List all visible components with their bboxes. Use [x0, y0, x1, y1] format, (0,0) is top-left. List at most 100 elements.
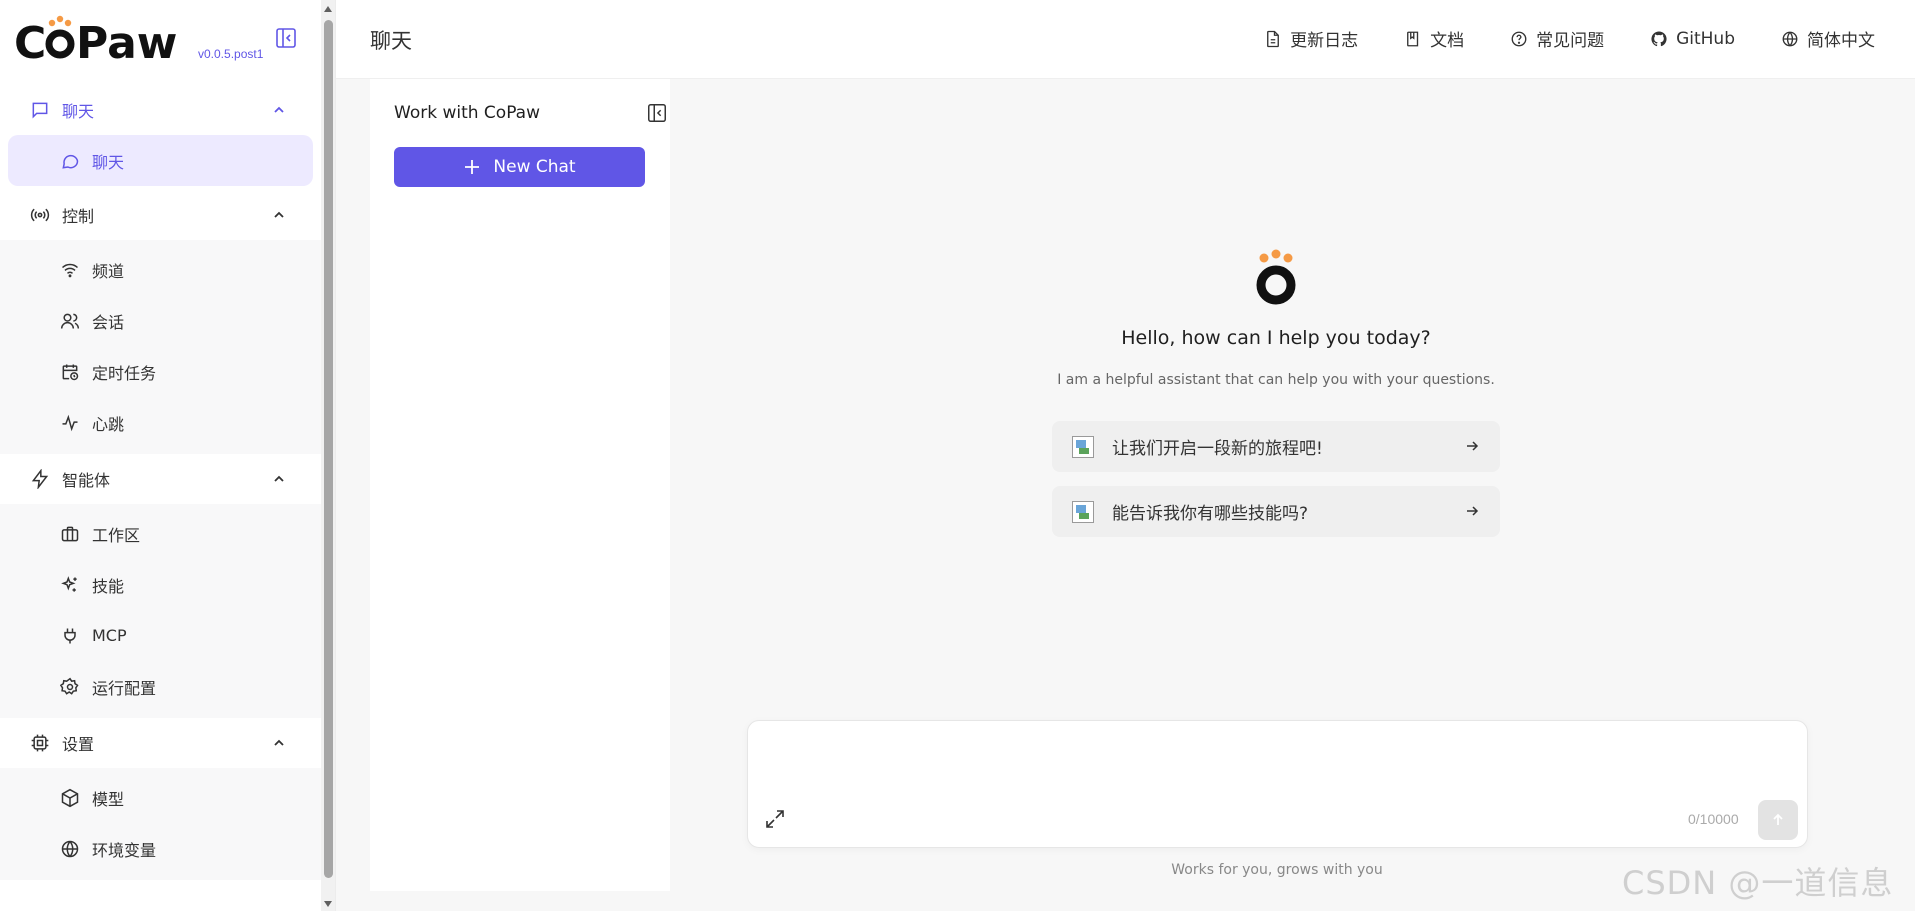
welcome-subtitle: I am a helpful assistant that can help y…: [1057, 372, 1495, 388]
sidebar-item-env-vars[interactable]: 环境变量: [8, 823, 313, 874]
chevron-up-icon: [271, 207, 287, 223]
new-chat-button[interactable]: New Chat: [394, 147, 645, 187]
sidebar-item-label: 工作区: [92, 525, 141, 545]
scrollbar-thumb[interactable]: [324, 20, 333, 878]
footer-tagline: Works for you, grows with you: [1171, 862, 1383, 878]
prompt-suggestion[interactable]: 能告诉我你有哪些技能吗?: [1052, 486, 1500, 537]
message-composer: 0/10000: [747, 720, 1808, 848]
message-circle-icon: [60, 151, 80, 171]
sidebar-item-workspace[interactable]: 工作区: [8, 508, 313, 559]
svg-text:C: C: [14, 18, 46, 64]
top-header: 聊天 更新日志 文档 常见问题 GitHub 简体中文: [336, 0, 1915, 79]
github-icon: [1650, 30, 1668, 48]
sidebar-group-label: 聊天: [62, 102, 95, 121]
new-chat-label: New Chat: [493, 157, 576, 177]
docs-label: 文档: [1430, 31, 1465, 51]
sidebar-item-scheduled-tasks[interactable]: 定时任务: [8, 346, 313, 397]
book-icon: [1404, 30, 1422, 48]
gear-icon: [60, 677, 80, 697]
page-title: 聊天: [370, 29, 412, 53]
copaw-mark-icon: [1256, 249, 1296, 305]
sidebar-item-label: 模型: [92, 789, 125, 809]
broken-image-icon: [1072, 500, 1094, 523]
sidebar-item-label: 聊天: [92, 152, 125, 172]
sidebar-item-label: 运行配置: [92, 678, 157, 698]
sidebar-group-settings[interactable]: 设置: [8, 718, 313, 768]
message-square-icon: [30, 100, 50, 120]
plus-icon: [463, 158, 481, 176]
docs-link[interactable]: 文档: [1404, 26, 1464, 51]
sidebar-group-body-agent: 工作区 技能 MCP 运行配置: [0, 504, 321, 718]
watermark: CSDN @一道信息: [1622, 864, 1894, 902]
github-link[interactable]: GitHub: [1650, 26, 1735, 51]
sidebar-group-body-settings: 模型 环境变量: [0, 768, 321, 880]
faq-label: 常见问题: [1536, 31, 1605, 51]
globe-icon: [1781, 30, 1799, 48]
sidebar: C Paw v0.0.5.post1 聊天 聊天 控制 频道 会话 定时任务 心…: [0, 0, 321, 911]
globe-icon: [60, 839, 80, 859]
sidebar-item-label: MCP: [92, 626, 127, 645]
send-button[interactable]: [1758, 800, 1798, 840]
sidebar-group-label: 智能体: [62, 471, 111, 490]
session-panel: Work with CoPaw New Chat: [370, 79, 670, 891]
sidebar-item-label: 心跳: [92, 414, 125, 434]
chevron-up-icon: [271, 735, 287, 751]
prompt-suggestion[interactable]: 让我们开启一段新的旅程吧!: [1052, 421, 1500, 472]
sidebar-group-agent[interactable]: 智能体: [8, 454, 313, 504]
briefcase-icon: [60, 524, 80, 544]
sidebar-item-mcp[interactable]: MCP: [8, 610, 313, 661]
sidebar-item-label: 定时任务: [92, 363, 157, 383]
radio-broadcast-icon: [30, 205, 50, 225]
sidebar-group-label: 设置: [62, 735, 95, 754]
chevron-up-icon: [271, 102, 287, 118]
sidebar-nav: 聊天 聊天 控制 频道 会话 定时任务 心跳 智能体 工作区 技能 MCP 运行…: [0, 85, 321, 880]
sidebar-item-heartbeat[interactable]: 心跳: [8, 397, 313, 448]
sidebar-group-chat[interactable]: 聊天: [8, 85, 313, 135]
sidebar-group-body-chat: 聊天: [0, 135, 321, 190]
arrow-right-icon: [1464, 503, 1480, 519]
prompt-label: 让我们开启一段新的旅程吧!: [1112, 439, 1323, 459]
sidebar-group-body-control: 频道 会话 定时任务 心跳: [0, 240, 321, 454]
version-label: v0.0.5.post1: [198, 47, 264, 61]
plug-icon: [60, 626, 80, 646]
scroll-down-arrow[interactable]: [324, 901, 332, 907]
prompt-label: 能告诉我你有哪些技能吗?: [1112, 504, 1309, 524]
panel-collapse-button[interactable]: [646, 102, 668, 124]
scroll-up-arrow[interactable]: [324, 6, 332, 12]
sidebar-item-label: 技能: [92, 576, 125, 596]
sidebar-collapse-button[interactable]: [274, 26, 298, 50]
language-switcher[interactable]: 简体中文: [1781, 26, 1875, 51]
welcome-title: Hello, how can I help you today?: [1121, 327, 1431, 349]
sidebar-item-run-config[interactable]: 运行配置: [8, 661, 313, 712]
message-input[interactable]: [764, 735, 1784, 785]
expand-input-button[interactable]: [764, 808, 786, 830]
sidebar-item-models[interactable]: 模型: [8, 772, 313, 823]
arrow-right-icon: [1464, 438, 1480, 454]
sidebar-group-control[interactable]: 控制: [8, 190, 313, 240]
char-counter: 0/10000: [1688, 811, 1739, 827]
sidebar-item-sessions[interactable]: 会话: [8, 295, 313, 346]
box-icon: [60, 788, 80, 808]
sidebar-item-chat[interactable]: 聊天: [8, 135, 313, 186]
sidebar-item-label: 会话: [92, 312, 125, 332]
activity-icon: [60, 413, 80, 433]
broken-image-icon: [1072, 435, 1094, 458]
faq-link[interactable]: 常见问题: [1510, 26, 1604, 51]
language-label: 简体中文: [1807, 31, 1875, 51]
svg-text:Paw: Paw: [76, 18, 177, 64]
wifi-icon: [60, 260, 80, 280]
changelog-link[interactable]: 更新日志: [1264, 26, 1358, 51]
sidebar-item-label: 频道: [92, 261, 125, 281]
header-links: 更新日志 文档 常见问题 GitHub 简体中文: [1264, 26, 1875, 51]
file-text-icon: [1264, 30, 1282, 48]
zap-icon: [30, 469, 50, 489]
sidebar-scrollbar[interactable]: [321, 0, 335, 911]
chevron-up-icon: [271, 471, 287, 487]
sidebar-item-channels[interactable]: 频道: [8, 244, 313, 295]
sidebar-item-skills[interactable]: 技能: [8, 559, 313, 610]
help-circle-icon: [1510, 30, 1528, 48]
sidebar-item-label: 环境变量: [92, 840, 157, 860]
github-label: GitHub: [1676, 28, 1735, 49]
sidebar-group-label: 控制: [62, 207, 95, 226]
users-icon: [60, 311, 80, 331]
